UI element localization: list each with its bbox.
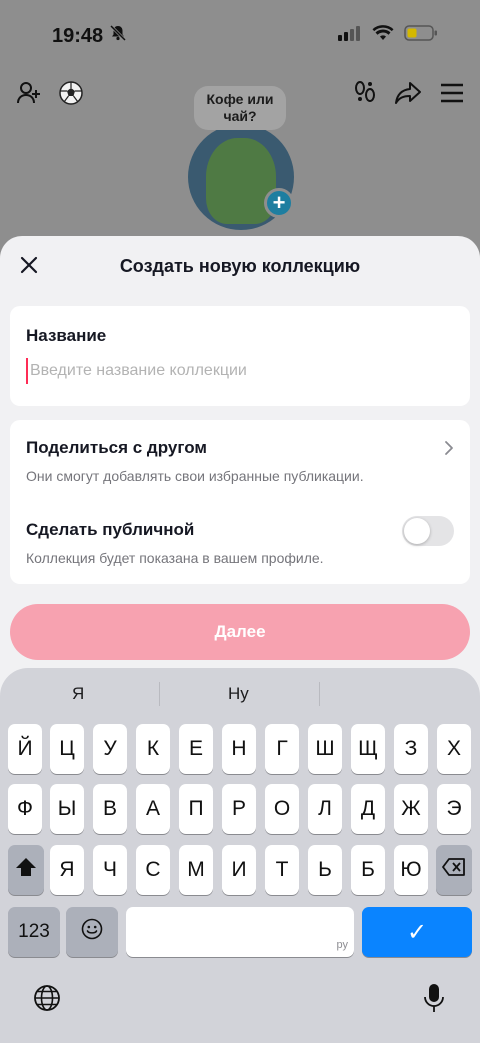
soccer-ball-icon[interactable]: [58, 80, 84, 111]
key[interactable]: М: [179, 845, 213, 895]
share-with-friend-row[interactable]: Поделиться с другом Они смогут добавлять…: [10, 420, 470, 490]
profile-background: 19:48 Кофе или чай? +: [0, 0, 480, 260]
numbers-key[interactable]: 123: [8, 907, 60, 957]
footprints-icon[interactable]: [352, 80, 378, 111]
battery-icon: [404, 25, 438, 46]
key[interactable]: Б: [351, 845, 385, 895]
close-icon: [20, 256, 38, 279]
suggestion-bar: Я Ну: [0, 668, 480, 720]
key[interactable]: А: [136, 784, 170, 834]
close-button[interactable]: [18, 256, 40, 278]
key[interactable]: Ы: [50, 784, 84, 834]
key[interactable]: У: [93, 724, 127, 774]
key[interactable]: Г: [265, 724, 299, 774]
shift-icon: [15, 857, 37, 883]
suggestion-divider: [159, 682, 160, 706]
space-key[interactable]: ру: [126, 907, 354, 957]
share-subtitle: Они смогут добавлять свои избранные публ…: [26, 468, 364, 484]
key[interactable]: Ч: [93, 845, 127, 895]
key[interactable]: Т: [265, 845, 299, 895]
share-title: Поделиться с другом: [26, 438, 207, 457]
wifi-icon: [372, 25, 394, 46]
space-language-label: ру: [336, 939, 349, 951]
key[interactable]: Ф: [8, 784, 42, 834]
signal-icon: [338, 25, 362, 46]
key[interactable]: Ц: [50, 724, 84, 774]
suggestion-2[interactable]: Ну: [228, 684, 249, 704]
make-public-toggle[interactable]: [402, 516, 454, 546]
key[interactable]: И: [222, 845, 256, 895]
backspace-key[interactable]: [436, 845, 472, 895]
key[interactable]: Щ: [351, 724, 385, 774]
toggle-knob: [404, 518, 430, 544]
status-time: 19:48: [52, 24, 104, 47]
key[interactable]: Э: [437, 784, 471, 834]
sheet-title: Создать новую коллекцию: [119, 256, 361, 276]
menu-icon[interactable]: [440, 82, 464, 109]
key[interactable]: Р: [222, 784, 256, 834]
keyboard: Я Ну Й Ц У К Е Н Г Ш Щ З Х Ф Ы В А П Р О…: [0, 668, 480, 1043]
collection-name-input[interactable]: [26, 358, 446, 384]
shift-key[interactable]: [8, 845, 44, 895]
key[interactable]: Ж: [394, 784, 428, 834]
microphone-icon[interactable]: [422, 982, 446, 1019]
key[interactable]: К: [136, 724, 170, 774]
key[interactable]: О: [265, 784, 299, 834]
key[interactable]: Я: [50, 845, 84, 895]
sheet-header: Создать новую коллекцию: [0, 236, 480, 298]
key[interactable]: Ю: [394, 845, 428, 895]
collection-name-card: Название: [10, 306, 470, 406]
key[interactable]: Ь: [308, 845, 342, 895]
status-bar: 19:48: [0, 0, 480, 70]
emoji-key[interactable]: [66, 907, 118, 957]
globe-icon[interactable]: [33, 984, 61, 1017]
name-label: Название: [26, 326, 107, 345]
key[interactable]: Й: [8, 724, 42, 774]
suggestion-1[interactable]: Я: [72, 684, 84, 704]
key[interactable]: Ш: [308, 724, 342, 774]
make-public-row: Сделать публичной Коллекция будет показа…: [10, 502, 470, 572]
key[interactable]: П: [179, 784, 213, 834]
next-button[interactable]: Далее: [10, 604, 470, 660]
add-friend-icon[interactable]: [16, 80, 42, 111]
return-key[interactable]: ✓: [362, 907, 472, 957]
suggestion-divider: [319, 682, 320, 706]
key[interactable]: Е: [179, 724, 213, 774]
key[interactable]: Л: [308, 784, 342, 834]
emoji-icon: [81, 918, 103, 946]
add-avatar-button[interactable]: +: [264, 188, 294, 218]
backspace-icon: [442, 858, 466, 882]
share-icon[interactable]: [394, 80, 422, 111]
status-time-group: 19:48: [52, 24, 127, 48]
key[interactable]: Х: [437, 724, 471, 774]
key[interactable]: В: [93, 784, 127, 834]
key[interactable]: Н: [222, 724, 256, 774]
key[interactable]: Д: [351, 784, 385, 834]
chevron-right-icon: [444, 440, 454, 461]
status-indicators: [338, 25, 438, 46]
key[interactable]: З: [394, 724, 428, 774]
collection-options-card: Поделиться с другом Они смогут добавлять…: [10, 420, 470, 584]
bell-slash-icon: [109, 24, 127, 48]
public-subtitle: Коллекция будет показана в вашем профиле…: [26, 550, 324, 566]
public-title: Сделать публичной: [26, 520, 195, 539]
key[interactable]: С: [136, 845, 170, 895]
note-bubble[interactable]: Кофе или чай?: [194, 86, 286, 130]
